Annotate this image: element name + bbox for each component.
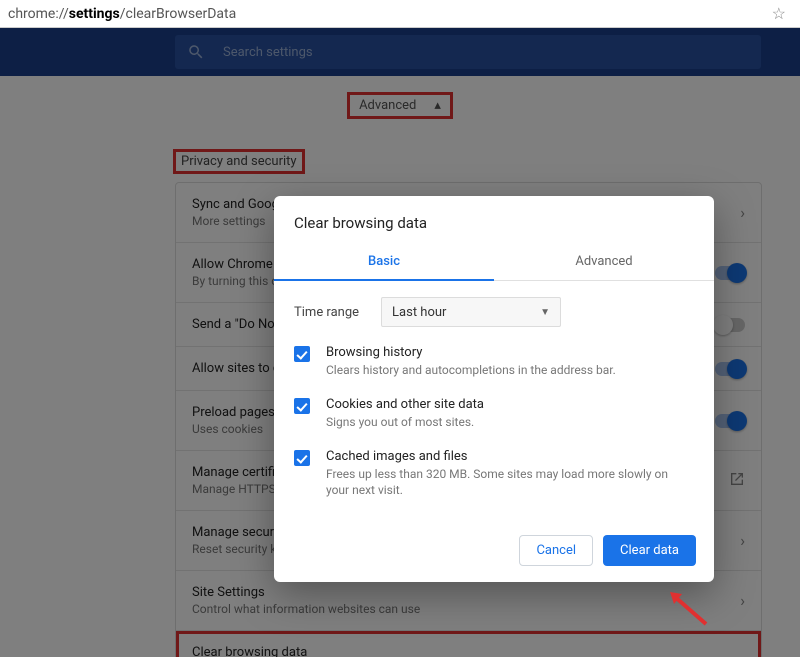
search-input[interactable] (223, 45, 749, 60)
chevron-down-icon: ▼ (540, 307, 550, 318)
advanced-label: Advanced (359, 98, 416, 113)
chevron-right-icon: › (740, 203, 745, 222)
search-icon (187, 43, 205, 61)
tab-basic[interactable]: Basic (274, 246, 494, 281)
url-text: chrome://settings/clearBrowserData (8, 6, 766, 22)
time-range-label: Time range (294, 305, 359, 320)
chevron-right-icon: › (740, 531, 745, 550)
toggle-preload[interactable] (715, 414, 745, 428)
chevron-right-icon: › (740, 651, 745, 657)
toggle-allow-signin[interactable] (715, 266, 745, 280)
advanced-section-toggle[interactable]: Advanced ▴ (349, 94, 451, 117)
chevron-up-icon: ▴ (434, 98, 441, 113)
clear-browsing-data-dialog: Clear browsing data Basic Advanced Time … (274, 196, 714, 582)
omnibox[interactable]: chrome://settings/clearBrowserData ☆ (0, 0, 800, 28)
section-title-privacy: Privacy and security (175, 151, 303, 172)
chevron-right-icon: › (740, 591, 745, 610)
cancel-button[interactable]: Cancel (519, 535, 593, 566)
time-range-value: Last hour (392, 305, 446, 320)
bookmark-star-icon[interactable]: ☆ (766, 4, 792, 23)
header-bar (0, 28, 800, 76)
tab-advanced[interactable]: Advanced (494, 246, 714, 280)
row-clear-browsing-data[interactable]: Clear browsing dataClear history, cookie… (176, 631, 761, 657)
search-settings-field[interactable] (175, 35, 761, 69)
time-range-select[interactable]: Last hour ▼ (381, 297, 561, 327)
option-browsing-history[interactable]: Browsing historyClears history and autoc… (294, 345, 694, 379)
toggle-dnt[interactable] (715, 318, 745, 332)
dialog-tabs: Basic Advanced (274, 246, 714, 281)
option-cache[interactable]: Cached images and filesFrees up less tha… (294, 449, 694, 500)
checkbox-cookies[interactable] (294, 398, 310, 414)
checkbox-cache[interactable] (294, 450, 310, 466)
dialog-title: Clear browsing data (274, 196, 714, 246)
checkbox-browsing-history[interactable] (294, 346, 310, 362)
toggle-payment[interactable] (715, 362, 745, 376)
clear-data-button[interactable]: Clear data (603, 535, 696, 566)
option-cookies[interactable]: Cookies and other site dataSigns you out… (294, 397, 694, 431)
external-link-icon (729, 471, 745, 491)
